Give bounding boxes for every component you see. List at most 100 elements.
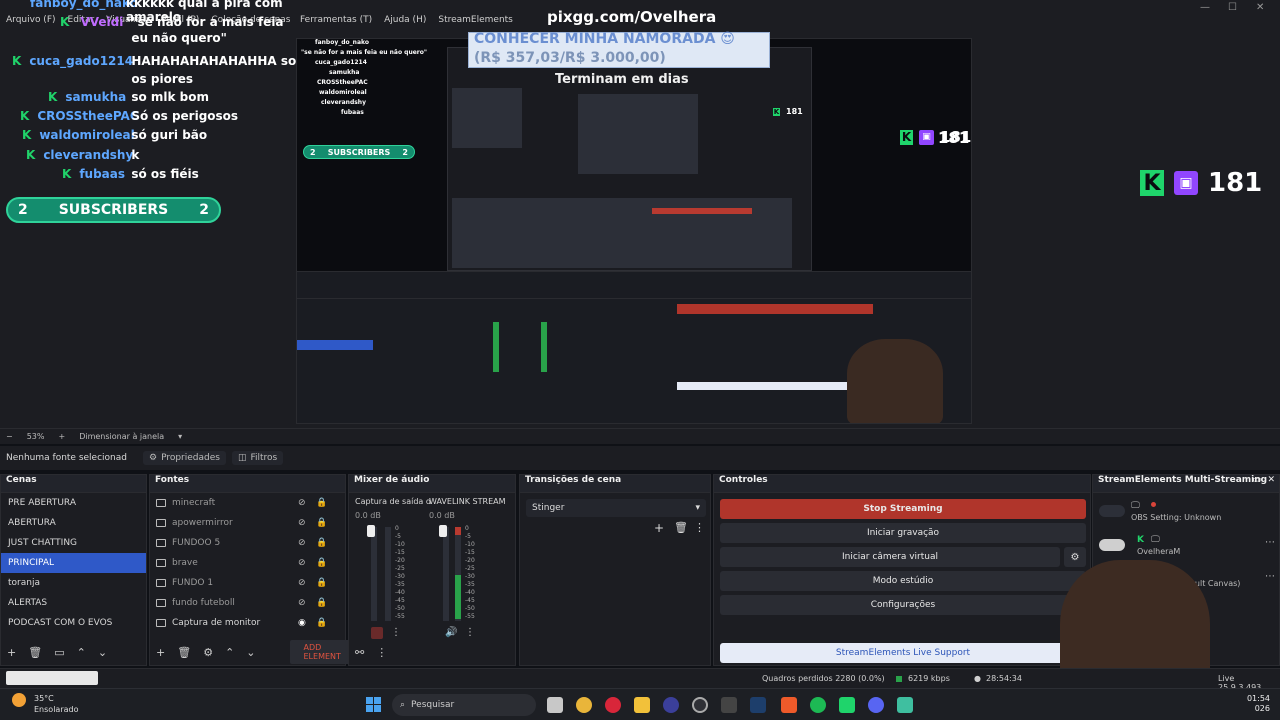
more-icon[interactable]: ⋯ [1265,571,1275,582]
chevron-down-icon[interactable]: ▾ [178,432,182,441]
eye-off-icon[interactable]: ⊘ [298,593,306,613]
kebab-menu-icon[interactable]: ⋮ [391,627,401,638]
volume-slider-track[interactable] [371,527,377,621]
app-icon[interactable] [663,697,679,713]
menu-item[interactable]: Ajuda (H) [378,15,432,33]
trash-icon[interactable]: 🗑 [177,646,191,659]
zoom-plus-icon[interactable]: + [58,432,65,441]
file-explorer-icon[interactable] [634,697,650,713]
kebab-menu-icon[interactable]: ⋮ [465,627,475,638]
link-icon[interactable]: ⚯ [355,646,364,659]
scene-item[interactable]: JUST CHATTING [1,533,146,553]
kick-app-icon[interactable] [839,697,855,713]
copy-icon[interactable]: ▭ [54,646,64,659]
task-view-icon[interactable] [547,697,563,713]
eye-off-icon[interactable]: ⊘ [298,533,306,553]
chat-user: cuca_gado1214 [29,54,134,68]
zoom-minus-icon[interactable]: − [6,432,13,441]
system-clock[interactable]: 01:54 026 [1230,694,1270,714]
add-icon[interactable]: + [654,521,664,535]
volume-slider-handle[interactable] [439,525,447,537]
zoom-mode[interactable]: Dimensionar à janela [79,432,164,441]
source-item[interactable]: Captura de monitor ◉ 🔒 [150,613,345,633]
filters-button[interactable]: ◫ Filtros [231,451,284,465]
lock-icon[interactable]: 🔒 [316,593,327,613]
speaker-icon[interactable]: 🔊 [445,627,457,638]
toggle-switch[interactable] [1099,505,1125,517]
opera-icon[interactable] [605,697,621,713]
scene-item-selected[interactable]: PRINCIPAL [1,553,146,573]
weather-widget[interactable]: 35°C Ensolarado [12,693,78,714]
volume-slider-track[interactable] [443,527,449,621]
add-element-button[interactable]: ADD ELEMENT [289,640,355,664]
maximize-icon[interactable]: ☐ [1228,2,1237,13]
eye-off-icon[interactable]: ⊘ [298,493,306,513]
chat-text: só guri bão [131,128,208,142]
more-icon[interactable]: ⋯ [1265,537,1275,548]
brave-icon[interactable] [781,697,797,713]
kebab-menu-icon[interactable]: ⋮ [376,646,387,659]
settings-button[interactable]: Configurações [720,595,1086,615]
lock-icon[interactable]: 🔒 [316,513,327,533]
chevron-down-icon[interactable]: ⌄ [246,646,255,659]
chevron-up-icon[interactable]: ⌃ [77,646,86,659]
start-recording-button[interactable]: Iniciar gravação [720,523,1086,543]
toggle-switch[interactable] [1099,539,1125,551]
app-icon[interactable] [721,697,737,713]
mute-icon[interactable] [371,627,383,639]
volume-slider-handle[interactable] [367,525,375,537]
add-icon[interactable]: + [156,646,165,659]
lock-icon[interactable]: 🔒 [316,573,327,593]
close-icon[interactable]: ✕ [1267,475,1275,485]
minimize-icon[interactable]: — [1200,2,1210,13]
scene-item[interactable]: PODCAST COM O EVOS [1,613,146,633]
inner-block [452,88,522,148]
close-icon[interactable]: ✕ [1256,2,1264,13]
source-item[interactable]: FUNDO 1 ⊘ 🔒 [150,573,345,593]
stop-streaming-button[interactable]: Stop Streaming [720,499,1086,519]
menu-item[interactable]: Ferramentas (T) [294,15,378,33]
kebab-menu-icon[interactable]: ⋮ [694,521,705,534]
eye-off-icon[interactable]: ⊘ [298,573,306,593]
chevron-up-icon[interactable]: ⌃ [225,646,234,659]
taskbar-search[interactable]: ⌕ Pesquisar [392,694,536,716]
audio-meter [385,527,391,621]
steam-icon[interactable] [750,697,766,713]
app-icon[interactable] [897,697,913,713]
eye-icon[interactable]: ◉ [298,613,306,633]
obs-icon[interactable] [692,697,708,713]
chevron-down-icon[interactable]: ⌄ [98,646,107,659]
lock-icon[interactable]: 🔒 [316,553,327,573]
live-support-button[interactable]: StreamElements Live Support [720,643,1086,663]
lock-icon[interactable]: 🔒 [316,613,327,633]
lock-icon[interactable]: 🔒 [316,533,327,553]
source-item[interactable]: apowermirror ⊘ 🔒 [150,513,345,533]
add-icon[interactable]: + [7,646,16,659]
eye-off-icon[interactable]: ⊘ [298,513,306,533]
trash-icon[interactable]: 🗑 [28,646,42,659]
eye-off-icon[interactable]: ⊘ [298,553,306,573]
discord-icon[interactable] [868,697,884,713]
source-item[interactable]: fundo futeboll ⊘ 🔒 [150,593,345,613]
gear-icon[interactable]: ⚙ [203,646,213,659]
undock-icon[interactable]: ▭ [1252,475,1261,485]
scene-item[interactable]: toranja [1,573,146,593]
gear-icon[interactable]: ⚙ [1064,547,1086,567]
source-item[interactable]: minecraft ⊘ 🔒 [150,493,345,513]
start-virtual-camera-button[interactable]: Iniciar câmera virtual [720,547,1060,567]
source-item[interactable]: FUNDOO 5 ⊘ 🔒 [150,533,345,553]
scene-item[interactable]: PRE ABERTURA [1,493,146,513]
notification-toast[interactable] [6,671,98,685]
chrome-icon[interactable] [576,697,592,713]
studio-mode-button[interactable]: Modo estúdio [720,571,1086,591]
spotify-icon[interactable] [810,697,826,713]
lock-icon[interactable]: 🔒 [316,493,327,513]
trash-icon[interactable]: 🗑 [674,521,688,534]
scene-item[interactable]: ABERTURA [1,513,146,533]
transition-select[interactable]: Stinger ▾ [526,499,706,517]
scene-item[interactable]: ALERTAS [1,593,146,613]
windows-start-icon[interactable] [366,697,382,713]
properties-button[interactable]: ⚙ Propriedades [142,451,226,465]
chat-message: K VVeidi "se não for a mais feia eu não … [60,14,301,46]
source-item[interactable]: brave ⊘ 🔒 [150,553,345,573]
